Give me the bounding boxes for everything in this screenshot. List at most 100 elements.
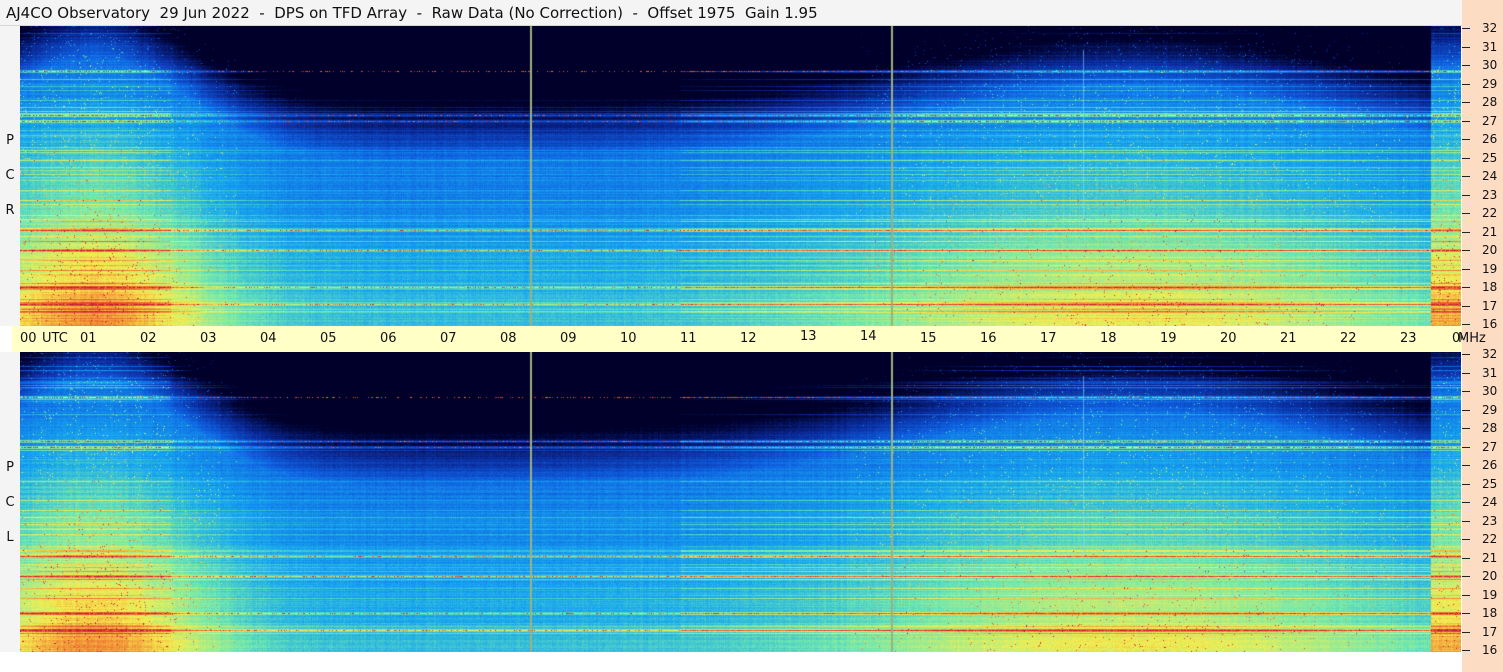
mhz-tick-mark — [1462, 650, 1470, 651]
utc-tick-label: 13 — [800, 329, 817, 344]
chart-title: AJ4CO Observatory 29 Jun 2022 - DPS on T… — [6, 4, 818, 22]
mhz-tick-label: 29 — [1482, 403, 1498, 417]
mhz-tick-mark — [1462, 306, 1470, 307]
mhz-tick-mark — [1462, 391, 1470, 392]
mhz-tick-mark — [1462, 465, 1470, 466]
mhz-tick-mark — [1462, 324, 1470, 325]
bottom-pol-letter-1: L — [6, 530, 14, 545]
mhz-tick-mark — [1462, 84, 1470, 85]
mhz-tick-mark — [1462, 232, 1470, 233]
utc-tick-label: 01 — [80, 331, 97, 346]
utc-tick-label: 14 — [860, 329, 877, 344]
mhz-tick-label: 32 — [1482, 347, 1498, 361]
utc-tick-label: 08 — [500, 331, 517, 346]
mhz-tick-label: 19 — [1482, 588, 1498, 602]
utc-tick-label: 15 — [920, 331, 937, 346]
mhz-tick-mark — [1462, 521, 1470, 522]
mhz-tick-label: 18 — [1482, 280, 1498, 294]
mhz-tick-label: 30 — [1482, 384, 1498, 398]
mhz-tick-mark — [1462, 139, 1470, 140]
utc-tick-label: 16 — [980, 331, 997, 346]
mhz-tick-label: 29 — [1482, 77, 1498, 91]
mhz-tick-label: 17 — [1482, 625, 1498, 639]
rcp-spectrogram — [20, 26, 1461, 326]
utc-tick-label: 23 — [1400, 331, 1417, 346]
mhz-tick-label: 20 — [1482, 243, 1498, 257]
mhz-tick-mark — [1462, 576, 1470, 577]
mhz-tick-mark — [1462, 502, 1470, 503]
top-pol-letter-1: R — [5, 203, 15, 218]
utc-tick-label: 12 — [740, 331, 757, 346]
mhz-tick-label: 27 — [1482, 114, 1498, 128]
mhz-tick-label: 23 — [1482, 188, 1498, 202]
mhz-tick-label: 25 — [1482, 477, 1498, 491]
utc-time-axis: 00 01 02 03 04 05 06 07 08 09 10 11 12 13 14 15 16 17 18 19… — [12, 326, 1469, 352]
bottom-pol-letter-2: C — [5, 495, 15, 510]
mhz-tick-label: 24 — [1482, 495, 1498, 509]
mhz-tick-mark — [1462, 613, 1470, 614]
mhz-tick-label: 22 — [1482, 532, 1498, 546]
utc-tick-label: 19 — [1160, 331, 1177, 346]
mhz-tick-label: 18 — [1482, 606, 1498, 620]
mhz-tick-label: 23 — [1482, 514, 1498, 528]
mhz-tick-label: 26 — [1482, 458, 1498, 472]
mhz-tick-mark — [1462, 195, 1470, 196]
mhz-tick-label: 25 — [1482, 151, 1498, 165]
mhz-tick-mark — [1462, 47, 1470, 48]
mhz-tick-label: 28 — [1482, 421, 1498, 435]
bottom-pol-letter-3: P — [6, 460, 14, 475]
mhz-tick-label: 32 — [1482, 21, 1498, 35]
mhz-tick-label: 21 — [1482, 225, 1498, 239]
utc-tick-label: 05 — [320, 331, 337, 346]
mhz-tick-mark — [1462, 28, 1470, 29]
mhz-tick-mark — [1462, 632, 1470, 633]
utc-tick-label: 03 — [200, 331, 217, 346]
mhz-unit-label: MHz — [1458, 331, 1486, 346]
mhz-tick-mark — [1462, 213, 1470, 214]
top-pol-letter-3: P — [6, 133, 14, 148]
mhz-tick-label: 31 — [1482, 366, 1498, 380]
mhz-tick-label: 24 — [1482, 169, 1498, 183]
mhz-tick-label: 21 — [1482, 551, 1498, 565]
utc-tick-label: 18 — [1100, 331, 1117, 346]
utc-tick-label: 07 — [440, 331, 457, 346]
mhz-tick-mark — [1462, 121, 1470, 122]
utc-tick-label: 09 — [560, 331, 577, 346]
utc-tick-label: 21 — [1280, 331, 1297, 346]
mhz-tick-mark — [1462, 65, 1470, 66]
mhz-tick-mark — [1462, 484, 1470, 485]
mhz-tick-mark — [1462, 158, 1470, 159]
utc-tick-label: 04 — [260, 331, 277, 346]
mhz-tick-label: 31 — [1482, 40, 1498, 54]
lcp-spectrogram — [20, 352, 1461, 652]
mhz-tick-label: 28 — [1482, 95, 1498, 109]
mhz-tick-mark — [1462, 102, 1470, 103]
utc-unit-label: UTC — [42, 331, 68, 346]
utc-tick-label: 06 — [380, 331, 397, 346]
mhz-tick-mark — [1462, 539, 1470, 540]
utc-tick-label: 20 — [1220, 331, 1237, 346]
mhz-tick-label: 26 — [1482, 132, 1498, 146]
mhz-tick-mark — [1462, 595, 1470, 596]
utc-tick-label: 11 — [680, 331, 697, 346]
mhz-tick-mark — [1462, 558, 1470, 559]
mhz-tick-label: 27 — [1482, 440, 1498, 454]
mhz-tick-mark — [1462, 287, 1470, 288]
mhz-tick-mark — [1462, 447, 1470, 448]
mhz-tick-label: 17 — [1482, 299, 1498, 313]
mhz-tick-label: 30 — [1482, 58, 1498, 72]
utc-tick-label: 22 — [1340, 331, 1357, 346]
mhz-tick-mark — [1462, 410, 1470, 411]
mhz-tick-mark — [1462, 250, 1470, 251]
top-pol-letter-2: C — [5, 168, 15, 183]
mhz-tick-label: 20 — [1482, 569, 1498, 583]
mhz-tick-mark — [1462, 269, 1470, 270]
mhz-tick-label: 22 — [1482, 206, 1498, 220]
mhz-tick-label: 16 — [1482, 317, 1498, 331]
title-bar: AJ4CO Observatory 29 Jun 2022 - DPS on T… — [0, 0, 1503, 26]
mhz-tick-label: 19 — [1482, 262, 1498, 276]
utc-tick-label: 00 — [20, 331, 37, 346]
mhz-tick-mark — [1462, 176, 1470, 177]
utc-tick-label: 10 — [620, 331, 637, 346]
utc-tick-label: 17 — [1040, 331, 1057, 346]
